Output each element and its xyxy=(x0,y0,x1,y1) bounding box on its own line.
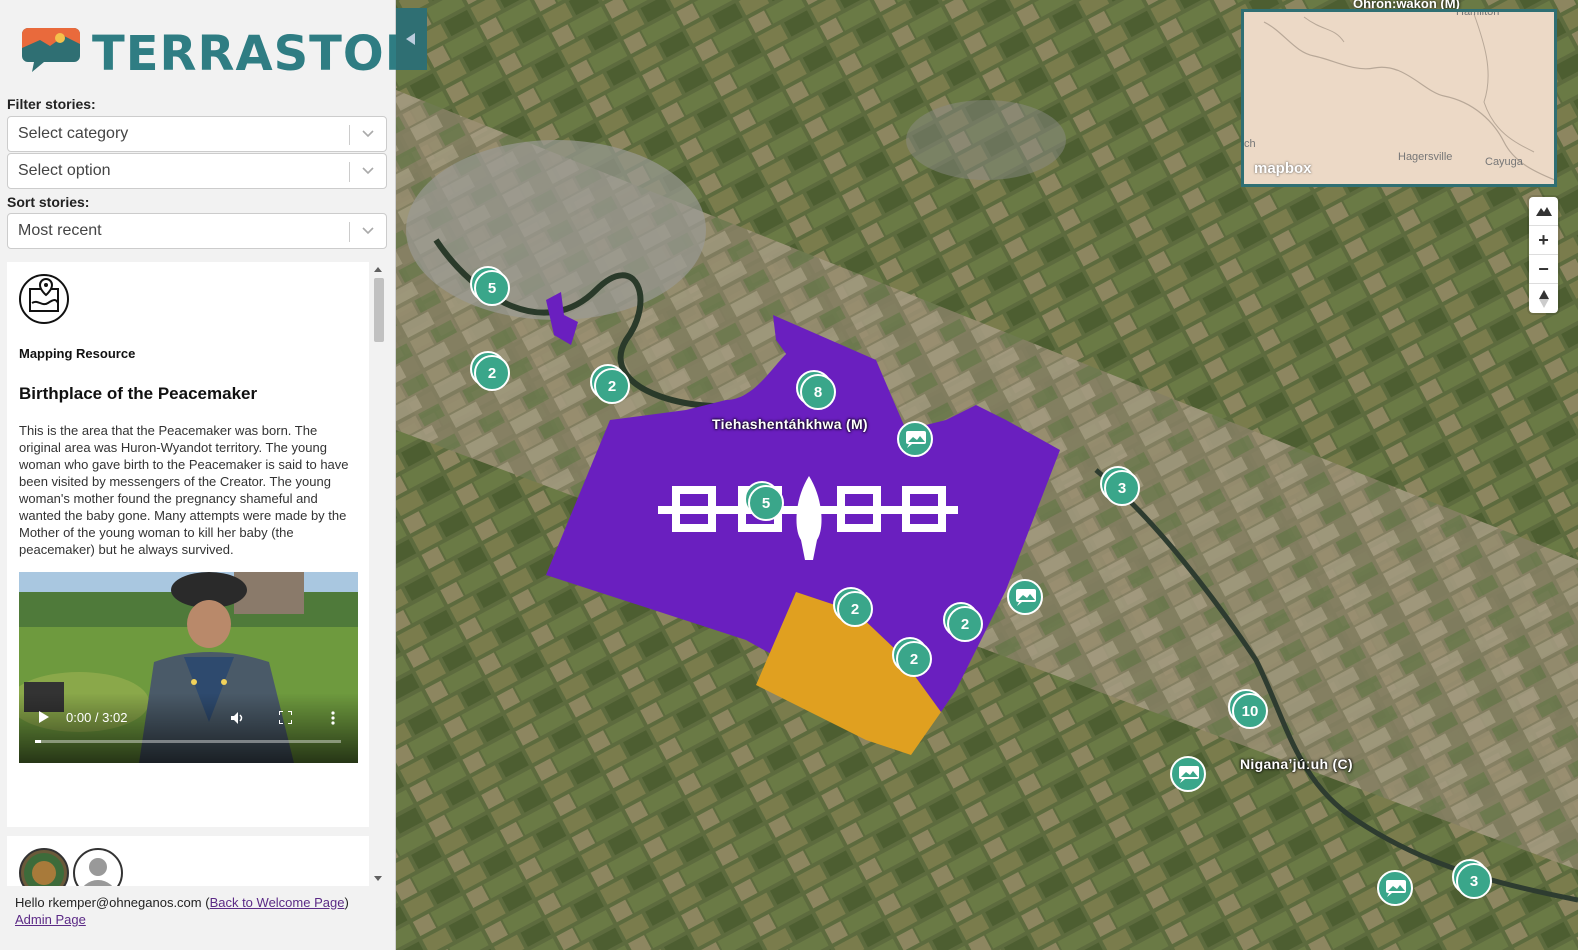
scrollbar-thumb[interactable] xyxy=(374,278,384,342)
story-cluster[interactable]: 2 xyxy=(833,587,873,627)
greeting-text: Hello rkemper@ohneganos.com ( xyxy=(15,895,210,910)
chevron-down-icon xyxy=(362,227,374,235)
sort-select[interactable]: Most recent xyxy=(7,213,387,249)
more-options-icon[interactable] xyxy=(331,711,335,725)
filter-label: Filter stories: xyxy=(7,96,96,112)
story-cluster[interactable]: 5 xyxy=(470,266,510,306)
story-cluster[interactable]: 3 xyxy=(1452,859,1492,899)
story-cluster[interactable]: 2 xyxy=(590,364,630,404)
compass-button[interactable] xyxy=(1529,284,1558,313)
cluster-count: 3 xyxy=(1104,470,1140,506)
video-controls xyxy=(19,693,358,763)
terrastories-logo[interactable]: TERRASTORIES xyxy=(22,24,510,82)
story-category: Mapping Resource xyxy=(19,346,136,361)
play-icon[interactable] xyxy=(39,711,49,723)
collapse-arrow-icon xyxy=(406,33,415,45)
map-navigation-controls: + − xyxy=(1529,197,1558,313)
app: TERRASTORIES Filter stories: Select cate… xyxy=(0,0,1578,950)
avatar xyxy=(19,848,69,886)
story-marker[interactable] xyxy=(897,421,933,457)
story-marker[interactable] xyxy=(1377,870,1413,906)
chevron-down-icon xyxy=(362,167,374,175)
collapse-sidebar-button[interactable] xyxy=(396,8,427,70)
story-cluster[interactable]: 2 xyxy=(470,351,510,391)
place-label: Tiehashentáhkhwa (M) xyxy=(712,416,868,432)
story-cluster[interactable]: 2 xyxy=(943,602,983,642)
minimap-label: Hagersville xyxy=(1398,151,1453,163)
scroll-down-arrow-icon[interactable] xyxy=(374,876,382,881)
zoom-in-button[interactable]: + xyxy=(1529,226,1558,255)
category-select-value: Select category xyxy=(18,125,129,142)
story-cluster[interactable]: 10 xyxy=(1228,689,1268,729)
video-progress[interactable] xyxy=(35,740,341,743)
story-pin-icon xyxy=(1386,880,1406,897)
story-title: Birthplace of the Peacemaker xyxy=(19,384,258,403)
select-separator xyxy=(349,222,350,242)
story-cluster[interactable]: 5 xyxy=(744,481,784,521)
user-placeholder-icon xyxy=(84,858,112,886)
cluster-count: 5 xyxy=(748,485,784,521)
select-separator xyxy=(349,125,350,145)
story-list[interactable]: Mapping Resource Birthplace of the Peace… xyxy=(7,262,387,886)
zoom-out-button[interactable]: − xyxy=(1529,255,1558,284)
story-cluster[interactable]: 3 xyxy=(1100,466,1140,506)
story-cluster[interactable]: 8 xyxy=(796,370,836,410)
story-cluster[interactable]: 2 xyxy=(892,637,932,677)
story-pin-icon xyxy=(1179,766,1199,783)
category-select[interactable]: Select category xyxy=(7,116,387,152)
story-video[interactable]: 0:00 / 3:02 xyxy=(19,572,358,763)
logo-icon xyxy=(22,28,80,72)
cluster-count: 10 xyxy=(1232,693,1268,729)
cluster-count: 2 xyxy=(896,641,932,677)
mapbox-attribution[interactable]: mapbox xyxy=(1254,160,1312,177)
back-to-welcome-link[interactable]: Back to Welcome Page xyxy=(210,895,345,910)
sort-select-value: Most recent xyxy=(18,222,102,239)
map-view[interactable]: 5 2 2 8 5 3 2 2 2 10 3 Tiehashentáhkhwa … xyxy=(396,0,1578,950)
sidebar-footer: Hello rkemper@ohneganos.com (Back to Wel… xyxy=(15,894,349,928)
chevron-down-icon xyxy=(362,130,374,138)
cluster-count: 5 xyxy=(474,270,510,306)
greeting-close: ) xyxy=(344,895,349,910)
cluster-count: 2 xyxy=(837,591,873,627)
minimap-label: ch xyxy=(1244,138,1256,150)
minimap-label: Hamilton xyxy=(1456,9,1500,18)
story-marker[interactable] xyxy=(1170,756,1206,792)
cluster-count: 2 xyxy=(947,606,983,642)
story-description: This is the area that the Peacemaker was… xyxy=(19,423,349,557)
story-list-scrollbar[interactable] xyxy=(370,262,387,886)
story-pin-icon xyxy=(1016,589,1036,606)
mapping-resource-icon xyxy=(19,274,69,324)
admin-page-link[interactable]: Admin Page xyxy=(15,912,86,927)
minimap[interactable]: Hamilton Hagersville Cayuga ch mapbox xyxy=(1241,9,1557,187)
story-marker[interactable] xyxy=(1007,579,1043,615)
select-separator xyxy=(349,162,350,182)
place-label: Niganaʼjúːuh (C) xyxy=(1240,756,1353,772)
cluster-count: 2 xyxy=(594,368,630,404)
minimap-label: Cayuga xyxy=(1485,156,1523,168)
cluster-count: 2 xyxy=(474,355,510,391)
story-pin-icon xyxy=(906,431,926,448)
video-progress-fill xyxy=(35,740,42,743)
option-select[interactable]: Select option xyxy=(7,153,387,189)
fullscreen-icon[interactable] xyxy=(279,711,292,724)
terrain-toggle-button[interactable] xyxy=(1529,197,1558,226)
story-card[interactable] xyxy=(7,836,369,886)
sort-label: Sort stories: xyxy=(7,194,90,210)
video-time: 0:00 / 3:02 xyxy=(66,710,128,725)
compass-icon xyxy=(1538,289,1549,308)
sidebar: TERRASTORIES Filter stories: Select cate… xyxy=(0,0,510,950)
terrain-icon xyxy=(1535,207,1552,216)
avatar xyxy=(73,848,123,886)
scroll-up-arrow-icon[interactable] xyxy=(374,267,382,272)
cluster-count: 8 xyxy=(800,374,836,410)
speaker-avatar-image xyxy=(24,853,64,886)
story-card[interactable]: Mapping Resource Birthplace of the Peace… xyxy=(7,262,369,827)
cluster-count: 3 xyxy=(1456,863,1492,899)
option-select-value: Select option xyxy=(18,162,111,179)
volume-icon[interactable] xyxy=(231,712,245,724)
